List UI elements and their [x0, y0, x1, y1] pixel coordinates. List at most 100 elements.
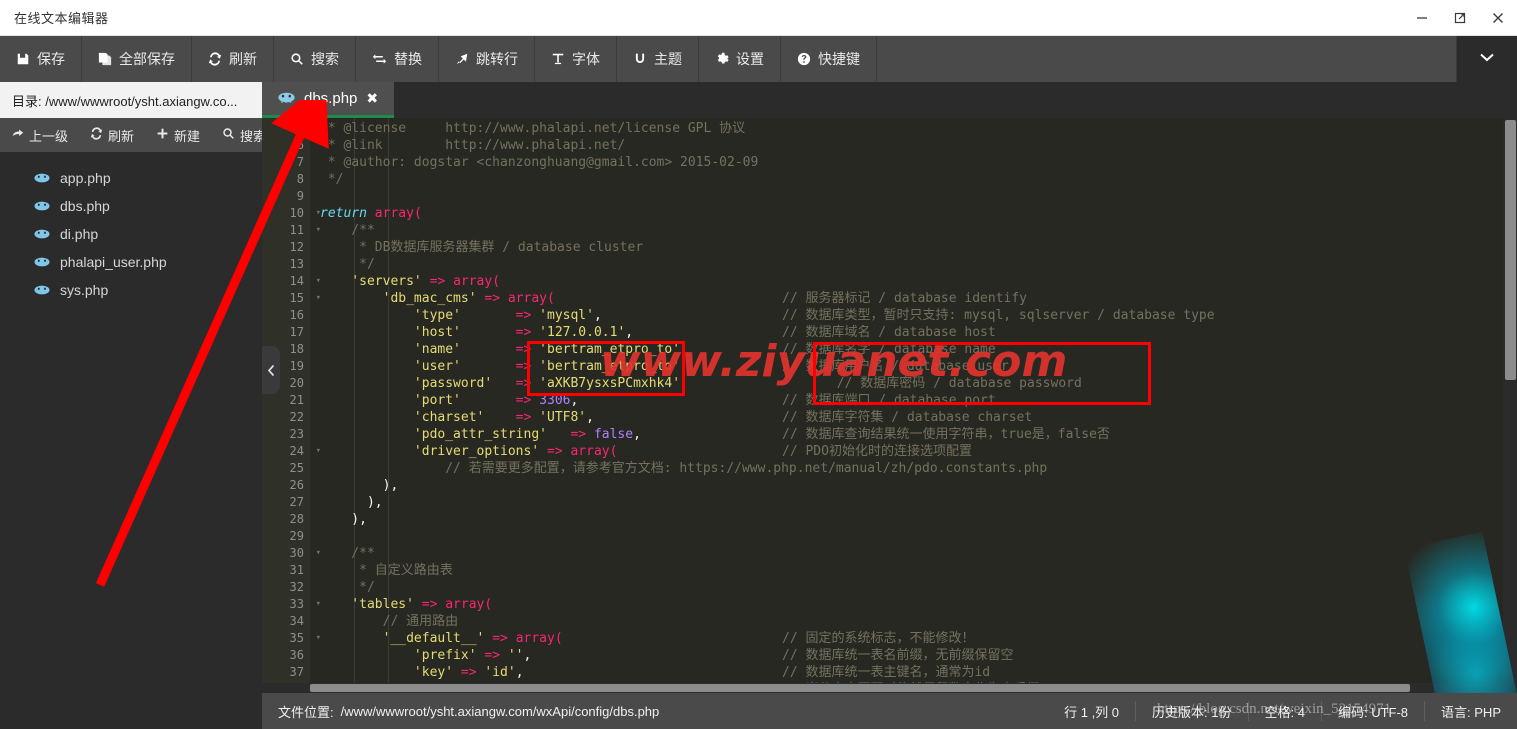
code-line[interactable]: // 若需要更多配置，请参考官方文档: https://www.php.net/…	[320, 460, 1503, 477]
file-up-level-button[interactable]: 上一级	[0, 118, 79, 152]
minimize-icon	[1415, 11, 1429, 25]
inline-comment: // 服务器标记 / database identify	[782, 290, 1027, 307]
code-line[interactable]: /**	[320, 222, 1503, 239]
code-line[interactable]: 'host' => '127.0.0.1',// 数据库域名 / databas…	[320, 324, 1503, 341]
code-token: array	[453, 274, 492, 289]
toolbar-font-button[interactable]: 字体	[535, 36, 617, 82]
code-line[interactable]: 'user' => 'bertram_etpro_to',// 数据库用户名 /…	[320, 358, 1503, 375]
toolbar-expand-button[interactable]	[1457, 36, 1517, 82]
tab-dbs-php[interactable]: dbs.php ✖	[262, 82, 394, 118]
file-toolbar-label: 刷新	[108, 126, 134, 145]
code-token: '__default__'	[320, 631, 484, 646]
code-line[interactable]: 'tables' => array(	[320, 596, 1503, 613]
indent-spaces[interactable]: 空格: 4	[1249, 693, 1321, 729]
toolbar-replace-button[interactable]: 替换	[356, 36, 439, 82]
code-line[interactable]: 'pdo_attr_string' => false,// 数据库查询结果统一使…	[320, 426, 1503, 443]
code-line[interactable]: 'name' => 'bertram_etpro_to',// 数据库名字 / …	[320, 341, 1503, 358]
code-line[interactable]: /**	[320, 545, 1503, 562]
code-token: array	[445, 597, 484, 612]
maximize-button[interactable]	[1441, 0, 1479, 36]
code-token: 'host'	[320, 325, 461, 340]
code-line[interactable]: 'servers' => array(	[320, 273, 1503, 290]
code-editor[interactable]: 5678910▾11▾121314▾15▾161718192021222324▾…	[262, 118, 1517, 693]
code-line[interactable]: */	[320, 256, 1503, 273]
code-line[interactable]: ),	[320, 477, 1503, 494]
list-item[interactable]: sys.php	[0, 276, 262, 304]
code-line[interactable]: * 自定义路由表	[320, 562, 1503, 579]
list-item[interactable]: di.php	[0, 220, 262, 248]
code-token: =>	[547, 427, 594, 442]
code-line[interactable]: * @license http://www.phalapi.net/licens…	[320, 120, 1503, 137]
toolbar-item-label: 保存	[37, 49, 65, 69]
code-line[interactable]: 'db_mac_cms' => array(// 服务器标记 / databas…	[320, 290, 1503, 307]
code-line[interactable]: */	[320, 171, 1503, 188]
code-token: * @author: dogstar <chanzonghuang@gmail.…	[320, 155, 758, 170]
code-line[interactable]	[320, 188, 1503, 205]
code-line[interactable]: '__default__' => array(// 固定的系统标志，不能修改！	[320, 630, 1503, 647]
code-line[interactable]: 'charset' => 'UTF8',// 数据库字符集 / database…	[320, 409, 1503, 426]
list-item[interactable]: dbs.php	[0, 192, 262, 220]
code-token: 'key'	[320, 665, 453, 680]
inline-comment: // 数据库查询结果统一使用字符串，true是，false否	[782, 426, 1110, 443]
encoding[interactable]: 编码: UTF-8	[1322, 693, 1424, 729]
file-location: 文件位置: /www/wwwroot/ysht.axiangw.com/wxAp…	[262, 693, 675, 729]
line-number: 26	[262, 477, 310, 494]
code-line[interactable]: * DB数据库服务器集群 / database cluster	[320, 239, 1503, 256]
close-icon	[1491, 11, 1505, 25]
status-bar: 文件位置: /www/wwwroot/ysht.axiangw.com/wxAp…	[262, 693, 1517, 729]
toolbar-search-button[interactable]: 搜索	[274, 36, 356, 82]
inline-comment: // 数据库端口 / database port	[782, 392, 996, 409]
main-toolbar: 保存 全部保存 刷新	[0, 36, 1517, 82]
scrollbar-thumb[interactable]	[1505, 120, 1516, 380]
code-token: * @license http://www.phalapi.net/licens…	[320, 121, 745, 136]
app-root: 在线文本编辑器	[0, 0, 1517, 729]
minimize-button[interactable]	[1403, 0, 1441, 36]
code-line[interactable]: // 通用路由	[320, 613, 1503, 630]
code-line[interactable]: * @link http://www.phalapi.net/	[320, 137, 1503, 154]
tab-close-icon[interactable]: ✖	[366, 90, 378, 107]
code-token: 'name'	[320, 342, 461, 357]
code-line[interactable]: return array(	[320, 205, 1503, 222]
code-line[interactable]: */	[320, 579, 1503, 596]
toolbar-goto-line-button[interactable]: 跳转行	[439, 36, 535, 82]
line-number-gutter: 5678910▾11▾121314▾15▾161718192021222324▾…	[262, 118, 310, 693]
file-name: phalapi_user.php	[60, 254, 167, 270]
editor-vertical-scrollbar[interactable]	[1503, 118, 1517, 693]
code-line[interactable]: ),	[320, 511, 1503, 528]
file-name: di.php	[60, 226, 98, 242]
scrollbar-thumb[interactable]	[310, 684, 1410, 692]
code-line[interactable]: 'driver_options' => array(// PDO初始化时的连接选…	[320, 443, 1503, 460]
code-line[interactable]: 'key' => 'id',// 数据库统一表主键名，通常为id	[320, 664, 1503, 681]
code-line[interactable]: * @author: dogstar <chanzonghuang@gmail.…	[320, 154, 1503, 171]
panel-collapse-button[interactable]	[262, 346, 280, 394]
language-mode[interactable]: 语言: PHP	[1425, 693, 1517, 729]
toolbar-save-all-button[interactable]: 全部保存	[82, 36, 192, 82]
code-content[interactable]: * @license http://www.phalapi.net/licens…	[320, 118, 1503, 693]
file-refresh-button[interactable]: 刷新	[79, 118, 145, 152]
maximize-icon	[1453, 11, 1467, 25]
file-new-button[interactable]: 新建	[145, 118, 211, 152]
code-token: '127.0.0.1'	[539, 325, 625, 340]
code-line[interactable]: ),	[320, 494, 1503, 511]
toolbar-item-label: 刷新	[229, 49, 257, 69]
list-item[interactable]: app.php	[0, 164, 262, 192]
code-line[interactable]: 'type' => 'mysql',// 数据库类型，暂时只支持: mysql,…	[320, 307, 1503, 324]
toolbar-save-button[interactable]: 保存	[0, 36, 82, 82]
code-token: array	[570, 444, 609, 459]
history-versions[interactable]: 历史版本: 1份	[1136, 693, 1247, 729]
code-line[interactable]: 'port' => 3306,// 数据库端口 / database port	[320, 392, 1503, 409]
inline-comment: // 数据库名字 / database name	[782, 341, 996, 358]
toolbar-refresh-button[interactable]: 刷新	[192, 36, 274, 82]
toolbar-shortcuts-button[interactable]: 快捷键	[781, 36, 877, 82]
code-line[interactable]: 'prefix' => '',// 数据库统一表名前缀，无前缀保留空	[320, 647, 1503, 664]
toolbar-settings-button[interactable]: 设置	[699, 36, 781, 82]
toolbar-item-label: 跳转行	[476, 49, 518, 69]
save-icon	[16, 52, 30, 66]
code-line[interactable]: 'password' => 'aXKB7ysxsPCmxhk4', // 数据库…	[320, 375, 1503, 392]
editor-horizontal-scrollbar[interactable]	[262, 683, 1503, 693]
code-line[interactable]	[320, 528, 1503, 545]
list-item[interactable]: phalapi_user.php	[0, 248, 262, 276]
toolbar-theme-button[interactable]: 主题	[617, 36, 699, 82]
tab-strip: dbs.php ✖	[262, 82, 1517, 118]
close-button[interactable]	[1479, 0, 1517, 36]
